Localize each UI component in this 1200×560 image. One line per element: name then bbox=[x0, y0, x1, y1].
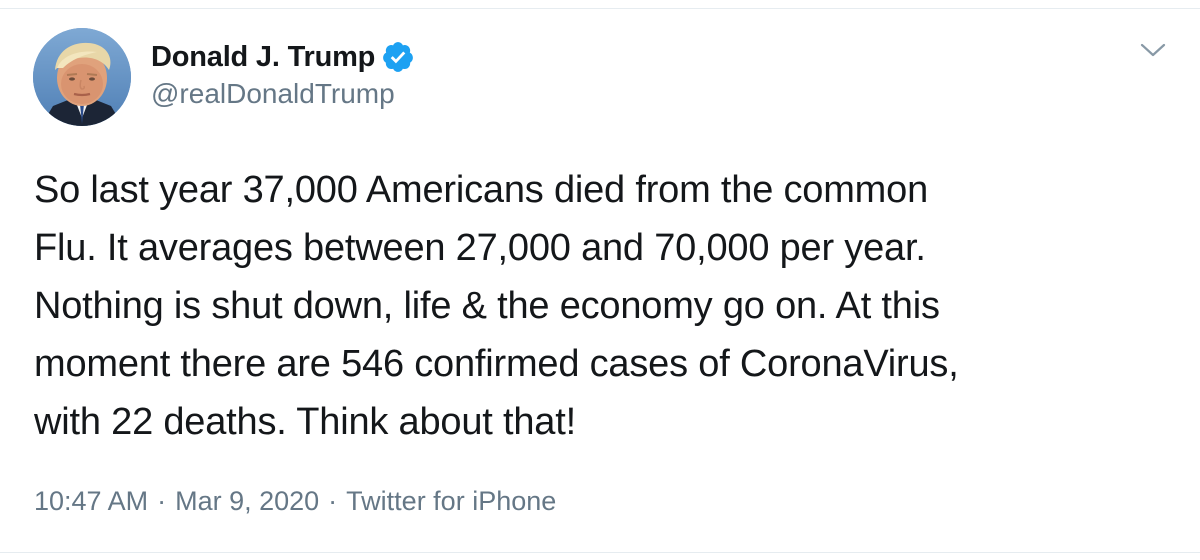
tweet-date[interactable]: Mar 9, 2020 bbox=[175, 486, 319, 517]
tweet-source[interactable]: Twitter for iPhone bbox=[346, 486, 556, 517]
tweet-text-line: moment there are 546 confirmed cases of … bbox=[34, 343, 959, 385]
meta-separator: · bbox=[328, 486, 338, 516]
tweet-text: So last year 37,000 Americans died from … bbox=[34, 161, 1174, 451]
tweet-time[interactable]: 10:47 AM bbox=[34, 486, 148, 517]
top-divider bbox=[0, 8, 1200, 9]
bottom-divider bbox=[0, 552, 1200, 553]
avatar-photo-icon bbox=[33, 28, 131, 126]
avatar[interactable] bbox=[33, 28, 131, 126]
user-handle[interactable]: @realDonaldTrump bbox=[151, 78, 415, 110]
tweet-header: Donald J. Trump @realDonaldTrump bbox=[151, 38, 415, 110]
tweet-text-line: Nothing is shut down, life & the economy… bbox=[34, 285, 940, 327]
tweet-card: Donald J. Trump @realDonaldTrump So last… bbox=[0, 0, 1200, 560]
tweet-meta: 10:47 AM · Mar 9, 2020 · Twitter for iPh… bbox=[34, 486, 556, 517]
tweet-text-line: So last year 37,000 Americans died from … bbox=[34, 169, 929, 211]
chevron-down-icon[interactable] bbox=[1138, 38, 1168, 62]
display-name[interactable]: Donald J. Trump bbox=[151, 41, 375, 74]
verified-badge-icon bbox=[381, 40, 415, 74]
tweet-text-line: Flu. It averages between 27,000 and 70,0… bbox=[34, 227, 926, 269]
tweet-text-line: with 22 deaths. Think about that! bbox=[34, 401, 576, 443]
name-row: Donald J. Trump bbox=[151, 38, 415, 76]
meta-separator: · bbox=[157, 486, 167, 516]
